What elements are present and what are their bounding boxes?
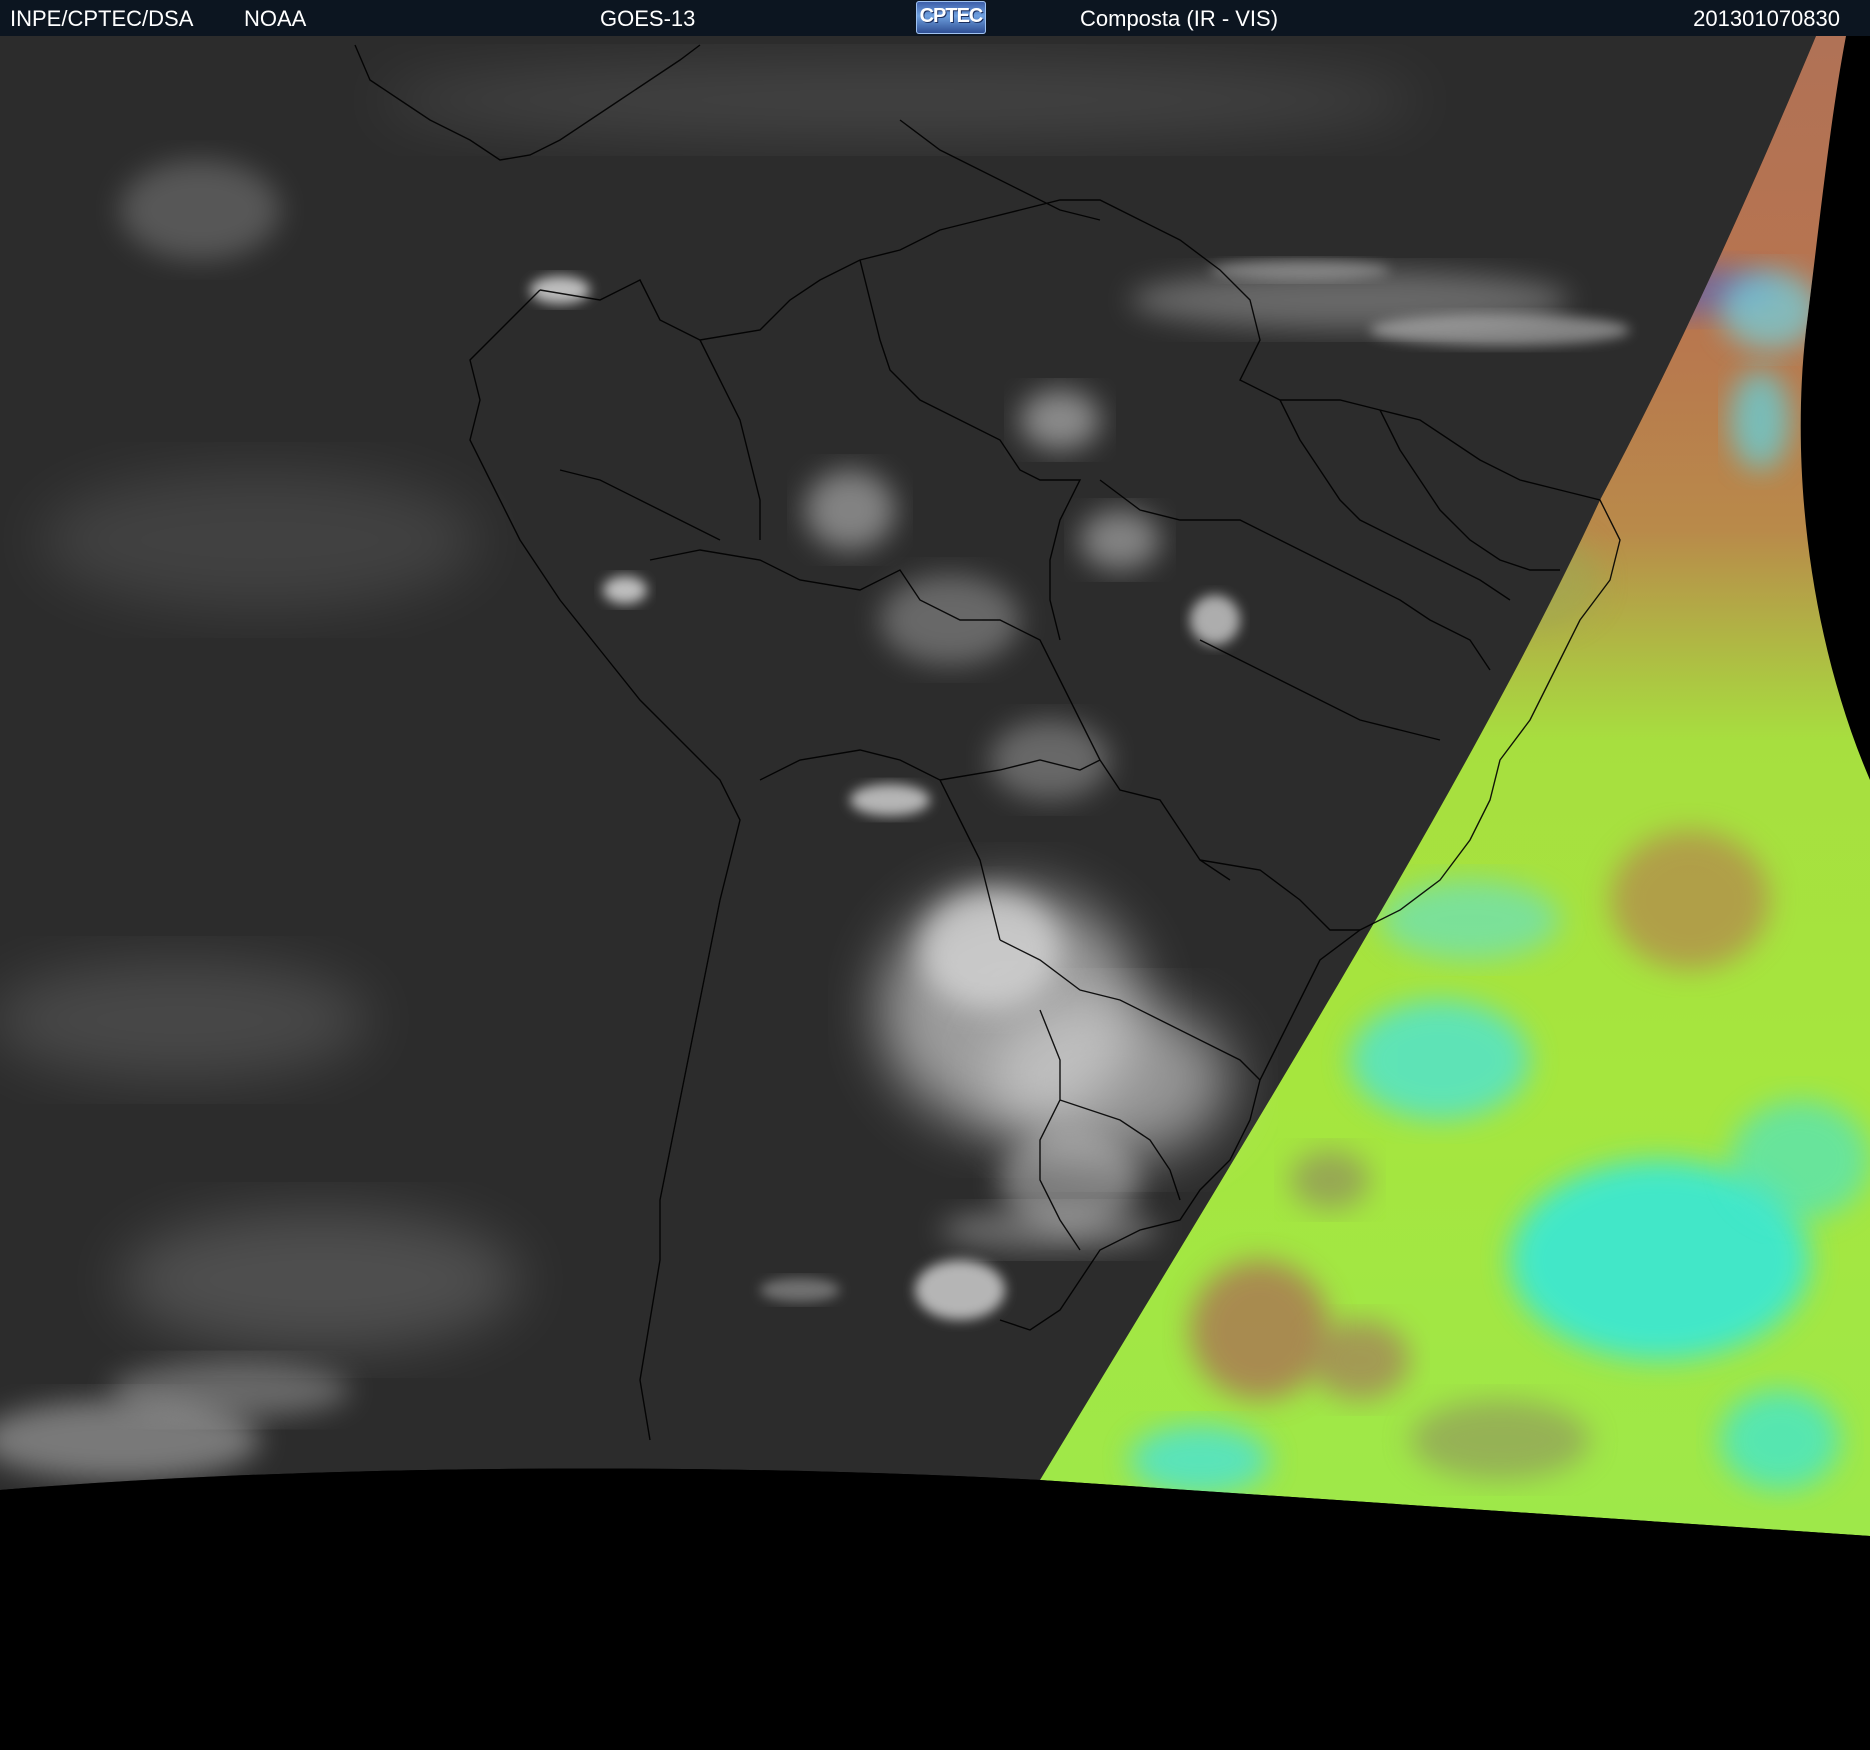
product-label: Composta (IR - VIS) (1080, 6, 1279, 31)
satellite-label: GOES-13 (600, 6, 696, 31)
cptec-logo-text: CPTEC (919, 5, 984, 27)
timestamp-label: 201301070830 (1693, 6, 1840, 31)
satellite-image (0, 36, 1870, 1750)
organization-label: INPE/CPTEC/DSA (10, 6, 194, 31)
cptec-logo: CPTEC (916, 1, 986, 34)
header-bar: INPE/CPTEC/DSA NOAA GOES-13 CPTEC Compos… (0, 0, 1870, 36)
agency-label: NOAA (244, 6, 307, 31)
